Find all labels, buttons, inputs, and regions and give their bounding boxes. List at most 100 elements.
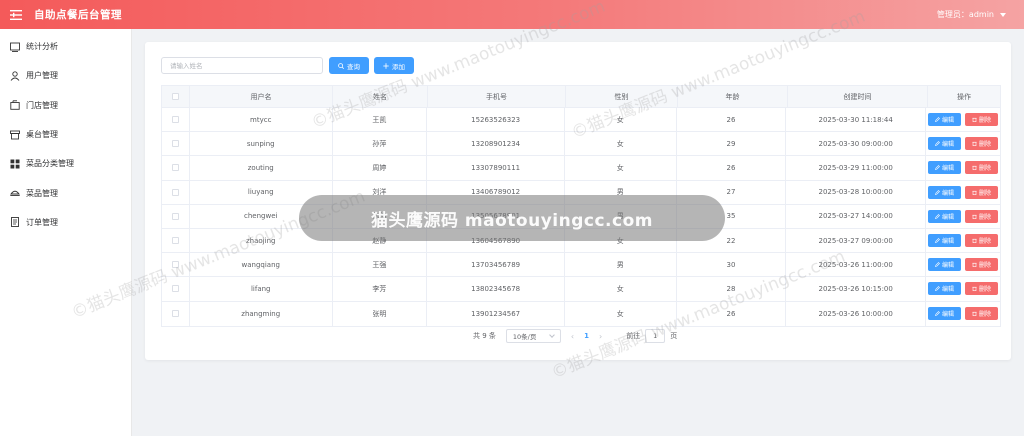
sidebar-item-orders[interactable]: 订单管理 — [0, 208, 131, 237]
table-header-row: 用户名 姓名 手机号 性别 年龄 创建时间 操作 — [162, 86, 1000, 108]
row-checkbox[interactable] — [171, 116, 179, 124]
cell-actions: 编辑 删除 — [926, 277, 1000, 300]
user-menu[interactable]: 管理员：admin — [937, 9, 1006, 20]
table-row: lifang 李芳 13802345678 女 28 2025-03-26 10:15:0… — [162, 277, 1000, 302]
goto-page-input[interactable] — [645, 329, 666, 343]
sidebar-item-users[interactable]: 用户管理 — [0, 61, 131, 90]
delete-label: 删除 — [978, 311, 991, 319]
column-header: 年龄 — [678, 86, 788, 107]
row-checkbox[interactable] — [171, 285, 179, 293]
cell-created-time: 2025-03-26 10:00:00 — [786, 301, 926, 326]
edit-icon — [935, 311, 940, 317]
edit-icon — [935, 189, 940, 195]
goto-label: 前往 — [626, 332, 641, 340]
cell-created-time: 2025-03-30 11:18:44 — [786, 108, 926, 132]
row-checkbox[interactable] — [171, 188, 179, 196]
sidebar: 统计分析 用户管理 门店管理 桌台管理 菜品分类管理 菜品管理 订单管理 — [0, 29, 132, 436]
menu-toggle-icon[interactable] — [10, 9, 22, 20]
sidebar-item-label: 订单管理 — [26, 217, 58, 227]
cell-age: 30 — [677, 253, 787, 277]
delete-button[interactable]: 删除 — [965, 258, 998, 272]
delete-button[interactable]: 删除 — [965, 113, 998, 127]
page-suffix: 页 — [670, 332, 678, 340]
edit-button[interactable]: 编辑 — [928, 234, 961, 248]
cell-name: 王凯 — [333, 108, 428, 132]
cell-actions: 编辑 删除 — [926, 108, 1000, 131]
cell-phone: 15263526323 — [427, 108, 565, 132]
column-header: 性别 — [566, 86, 678, 107]
select-all-checkbox[interactable] — [172, 93, 179, 100]
cell-gender: 女 — [565, 277, 677, 301]
delete-button[interactable]: 删除 — [965, 307, 998, 321]
page-number-current[interactable]: 1 — [584, 332, 589, 340]
page-size-value: 10条/页 — [512, 333, 537, 341]
cell-username: zouting — [190, 156, 333, 180]
delete-button[interactable]: 删除 — [965, 282, 998, 296]
trash-icon — [972, 117, 977, 123]
chart-icon — [10, 42, 20, 52]
edit-button[interactable]: 编辑 — [928, 161, 961, 175]
row-checkbox[interactable] — [171, 140, 179, 148]
edit-button[interactable]: 编辑 — [928, 307, 961, 321]
edit-button[interactable]: 编辑 — [928, 258, 961, 272]
edit-button[interactable]: 编辑 — [928, 209, 961, 223]
delete-label: 删除 — [978, 238, 991, 246]
cell-phone: 13208901234 — [427, 132, 565, 156]
column-header: 操作 — [957, 92, 971, 101]
sidebar-item-dishes[interactable]: 菜品管理 — [0, 178, 131, 207]
cell-gender: 男 — [565, 253, 677, 277]
row-checkbox[interactable] — [171, 237, 179, 245]
edit-button[interactable]: 编辑 — [928, 185, 961, 199]
cell-created-time: 2025-03-27 14:00:00 — [786, 204, 926, 228]
cell-actions: 编辑 删除 — [926, 253, 1000, 276]
cell-actions: 编辑 删除 — [926, 205, 1000, 228]
cell-gender: 女 — [565, 156, 677, 180]
order-icon — [10, 217, 20, 228]
watermark-pill: 猫头鹰源码 maotouyingcc.com — [299, 195, 725, 241]
add-button[interactable]: 添加 — [374, 57, 414, 74]
edit-label: 编辑 — [941, 262, 954, 270]
cell-username: zhangming — [190, 301, 333, 326]
column-header: 用户名 — [190, 86, 333, 107]
table-row: mtycc 王凯 15263526323 女 26 2025-03-30 11:18:44… — [162, 108, 1000, 133]
row-checkbox[interactable] — [171, 164, 179, 172]
top-header: 自助点餐后台管理 管理员：admin — [0, 0, 1024, 29]
search-input[interactable] — [161, 57, 323, 74]
next-page-button[interactable]: › — [599, 332, 602, 341]
cell-phone: 13901234567 — [427, 301, 565, 326]
row-checkbox[interactable] — [171, 212, 179, 220]
delete-button[interactable]: 删除 — [965, 234, 998, 248]
edit-button[interactable]: 编辑 — [928, 137, 961, 151]
delete-button[interactable]: 删除 — [965, 209, 998, 223]
sidebar-item-stores[interactable]: 门店管理 — [0, 91, 131, 120]
cell-age: 26 — [677, 156, 787, 180]
user-label: 管理员：admin — [936, 10, 994, 19]
edit-button[interactable]: 编辑 — [928, 282, 961, 296]
sidebar-item-tables[interactable]: 桌台管理 — [0, 120, 131, 149]
edit-button[interactable]: 编辑 — [928, 113, 961, 127]
delete-label: 删除 — [978, 165, 991, 173]
trash-icon — [972, 238, 977, 244]
delete-button[interactable]: 删除 — [965, 137, 998, 151]
cell-phone: 13703456789 — [427, 253, 565, 277]
edit-icon — [935, 262, 940, 268]
delete-button[interactable]: 删除 — [965, 185, 998, 199]
chevron-down-icon — [549, 332, 555, 338]
page-size-select[interactable]: 10条/页 — [505, 329, 561, 343]
column-header: 手机号 — [428, 86, 566, 107]
sidebar-item-statistics[interactable]: 统计分析 — [0, 32, 131, 61]
delete-label: 删除 — [978, 117, 991, 125]
column-header: 姓名 — [333, 86, 428, 107]
cell-created-time: 2025-03-29 11:00:00 — [786, 156, 926, 180]
edit-icon — [935, 117, 940, 123]
prev-page-button[interactable]: ‹ — [571, 332, 574, 341]
query-button[interactable]: 查询 — [329, 57, 369, 74]
edit-label: 编辑 — [941, 311, 954, 319]
cell-username: wangqiang — [190, 253, 333, 277]
sidebar-item-dish-categories[interactable]: 菜品分类管理 — [0, 149, 131, 178]
edit-icon — [935, 213, 940, 219]
row-checkbox[interactable] — [171, 310, 179, 318]
cell-gender: 女 — [565, 301, 677, 326]
delete-button[interactable]: 删除 — [965, 161, 998, 175]
row-checkbox[interactable] — [171, 261, 179, 269]
